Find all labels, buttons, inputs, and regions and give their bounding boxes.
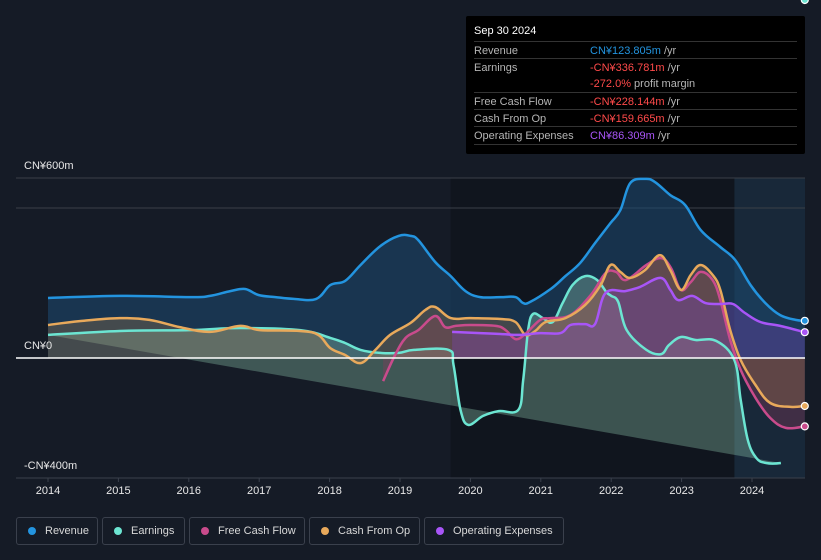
x-tick-label: 2020 — [458, 485, 483, 497]
tooltip-value: -272.0% profit margin — [590, 78, 696, 90]
legend-label: Revenue — [45, 525, 90, 537]
x-tick-label: 2021 — [528, 485, 554, 497]
legend-label: Free Cash Flow — [218, 525, 296, 537]
tooltip-label: Cash From Op — [474, 113, 547, 125]
x-tick-label: 2022 — [598, 485, 624, 497]
tooltip-panel: Sep 30 2024 Revenue CN¥123.805m /yr Earn… — [466, 16, 805, 154]
y-tick-label-0: CN¥0 — [24, 340, 53, 352]
tooltip-row-profit-margin: -272.0% profit margin — [474, 75, 797, 92]
legend-dot-icon — [201, 527, 209, 535]
x-tick-label: 2023 — [669, 485, 694, 497]
tooltip-label: Free Cash Flow — [474, 96, 552, 108]
legend-cash-from-op[interactable]: Cash From Op — [309, 517, 420, 545]
tooltip-row-fcf: Free Cash Flow -CN¥228.144m /yr — [474, 92, 797, 110]
x-tick-label: 2016 — [176, 485, 202, 497]
legend-dot-icon — [321, 527, 329, 535]
x-tick-label: 2014 — [35, 485, 61, 497]
tooltip-value: CN¥86.309m /yr — [590, 130, 671, 142]
legend-label: Operating Expenses — [453, 525, 553, 537]
tooltip-label: Revenue — [474, 45, 519, 57]
tooltip-row-opex: Operating Expenses CN¥86.309m /yr — [474, 126, 797, 145]
x-tick-label: 2019 — [387, 485, 413, 497]
y-tick-label-600: CN¥600m — [24, 160, 74, 172]
legend-operating-expenses[interactable]: Operating Expenses — [424, 517, 564, 545]
legend-revenue[interactable]: Revenue — [16, 517, 98, 545]
legend-dot-icon — [28, 527, 36, 535]
free-cash-flow-end-point[interactable] — [800, 422, 809, 431]
tooltip-value: -CN¥336.781m /yr — [590, 62, 680, 74]
tooltip-row-cfo: Cash From Op -CN¥159.665m /yr — [474, 109, 797, 127]
tooltip-value: CN¥123.805m /yr — [590, 45, 677, 57]
revenue-end-point[interactable] — [800, 316, 809, 325]
x-tick-label: 2017 — [246, 485, 272, 497]
legend-label: Cash From Op — [338, 525, 411, 537]
legend-earnings[interactable]: Earnings — [102, 517, 185, 545]
tooltip-value: -CN¥159.665m /yr — [590, 113, 680, 125]
legend-dot-icon — [114, 527, 122, 535]
operating-expenses-end-point[interactable] — [800, 328, 809, 337]
y-tick-label-neg400: -CN¥400m — [24, 460, 78, 472]
x-tick-label: 2015 — [106, 485, 131, 497]
legend-dot-icon — [436, 527, 444, 535]
tooltip-row-earnings: Earnings -CN¥336.781m /yr — [474, 58, 797, 76]
x-tick-label: 2018 — [317, 485, 342, 497]
tooltip-label: Operating Expenses — [474, 130, 574, 142]
earnings-end-point[interactable] — [800, 0, 809, 5]
x-tick-label: 2024 — [739, 485, 765, 497]
legend-label: Earnings — [131, 525, 175, 537]
tooltip-date: Sep 30 2024 — [474, 25, 537, 37]
legend-free-cash-flow[interactable]: Free Cash Flow — [189, 517, 305, 545]
tooltip-label: Earnings — [474, 62, 518, 74]
tooltip-row-revenue: Revenue CN¥123.805m /yr — [474, 41, 797, 59]
cash-from-op-end-point[interactable] — [800, 401, 809, 411]
tooltip-value: -CN¥228.144m /yr — [590, 96, 680, 108]
